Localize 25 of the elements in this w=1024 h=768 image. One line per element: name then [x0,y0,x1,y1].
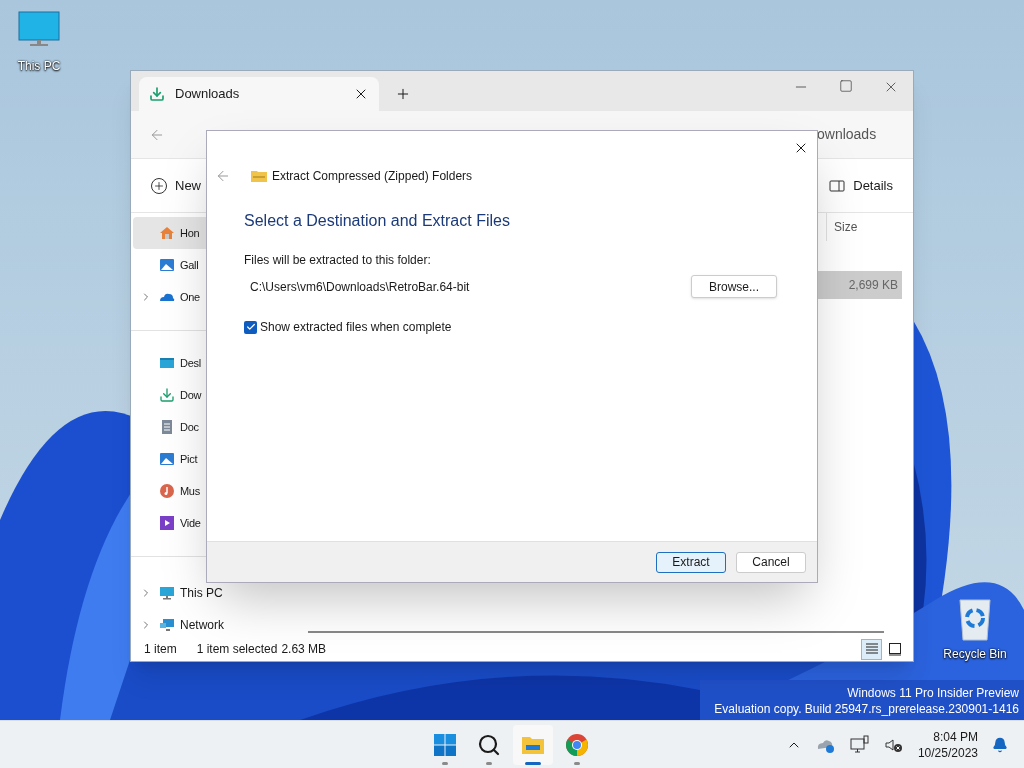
watermark-line: Evaluation copy. Build 25947.rs_prerelease.230901-1416 [714,701,1019,717]
desktop-icon-label: Recycle Bin [943,646,1007,663]
navigation-label: Vide [180,515,201,531]
navigation-label: Mus [180,483,200,499]
clock-time: 8:04 PM [933,728,978,745]
destination-path: C:\Users\vm6\Downloads\RetroBar.64-bit [250,278,470,296]
destination-label: Files will be extracted to this folder: [244,252,432,269]
navigation-label: One [180,289,200,305]
navigation-label: Network [180,617,224,634]
clock-date: 10/25/2023 [917,744,978,761]
navigation-label: Hon [180,225,200,241]
selection-size: 2.63 MB [281,641,327,658]
watermark-line: Windows 11 Pro Insider Preview [847,685,1019,701]
navigation-label: Doc [180,419,199,435]
dialog-heading: Select a Destination and Extract Files [244,211,511,231]
selection-info: 1 item selected [196,641,278,658]
navigation-label: Gall [180,257,199,273]
checkbox-label: Show extracted files when complete [260,319,452,336]
navigation-label: Pict [180,451,198,467]
desktop-icon-label: This PC [17,58,61,75]
navigation-label: Desl [180,355,201,371]
dialog-title: Extract Compressed (Zipped) Folders [272,168,473,185]
item-count: 1 item [144,641,177,658]
navigation-label: Dow [180,387,202,403]
navigation-label: This PC [180,585,223,602]
